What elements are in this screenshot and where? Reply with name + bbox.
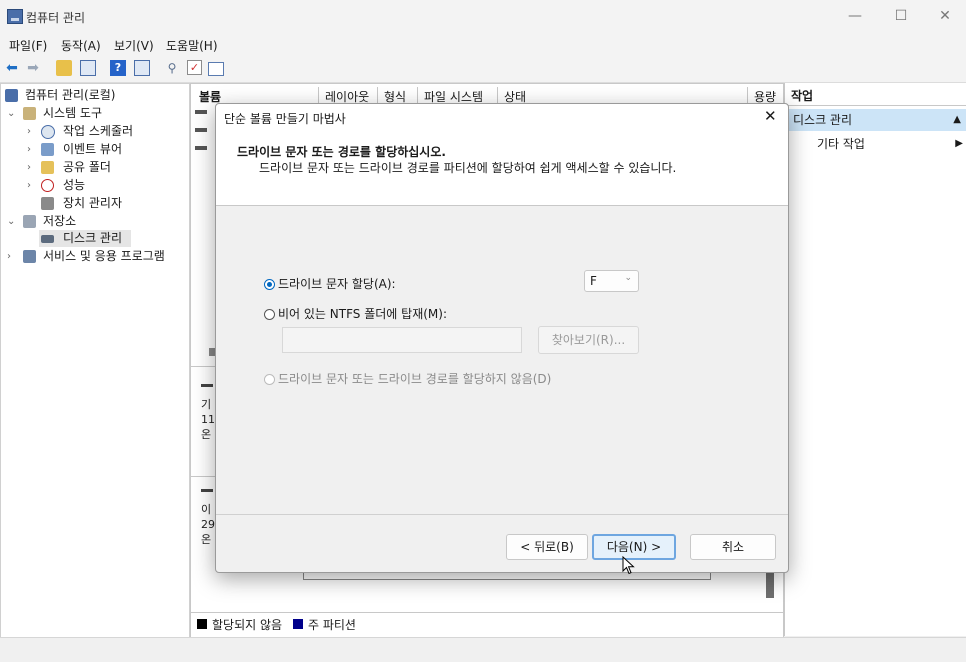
services-icon (23, 250, 36, 263)
help-icon[interactable]: ? (110, 60, 126, 76)
event-log-icon (41, 143, 54, 156)
actions-pane: 작업 디스크 관리 ▲ 기타 작업 ▶ (784, 83, 966, 636)
tree-item-label: 시스템 도구 (43, 106, 103, 120)
tree-item-label: 성능 (63, 178, 86, 192)
back-button[interactable]: < 뒤로(B) (506, 534, 588, 560)
radio-assign-letter[interactable] (264, 279, 275, 290)
submenu-arrow-icon: ▶ (955, 138, 963, 149)
clock-icon (41, 125, 55, 139)
volume-row-icon (195, 128, 207, 132)
storage-icon (23, 215, 36, 228)
list-view-icon[interactable] (208, 62, 224, 76)
volume-row-icon (195, 146, 207, 150)
forward-arrow-icon[interactable]: ➡ (25, 60, 41, 76)
partition-bar (303, 572, 711, 580)
radio-mount-folder[interactable] (264, 309, 275, 320)
option-assign-letter-label[interactable]: 드라이브 문자 할당(A): (278, 275, 396, 292)
browse-button[interactable]: 찾아보기(R)... (538, 326, 639, 354)
chevron-right-icon[interactable]: › (27, 177, 31, 194)
option-mount-folder-label[interactable]: 비어 있는 NTFS 폴더에 탑재(M): (278, 305, 447, 322)
dialog-footer-divider (216, 514, 788, 515)
actions-more[interactable]: 기타 작업 ▶ (817, 135, 966, 153)
tree-item-label: 컴퓨터 관리(로컬) (25, 88, 116, 102)
chevron-down-icon[interactable]: ⌄ (7, 105, 15, 122)
chevron-down-icon[interactable]: ⌄ (7, 213, 15, 230)
tree-item-label: 장치 관리자 (63, 196, 123, 210)
chevron-right-icon[interactable]: › (7, 248, 11, 265)
cancel-button[interactable]: 취소 (690, 534, 776, 560)
title-bar: 컴퓨터 관리 — ☐ ✕ (0, 0, 966, 33)
connect-icon[interactable]: ⚲ (164, 60, 180, 76)
scrollbar-thumb[interactable] (766, 572, 774, 598)
drive-letter-select[interactable]: F ⌄ (584, 270, 639, 292)
chevron-down-icon: ⌄ (624, 273, 632, 283)
dialog-title: 단순 볼륨 만들기 마법사 (224, 112, 346, 126)
dialog-title-bar: 단순 볼륨 만들기 마법사 ✕ (216, 104, 788, 131)
chevron-right-icon[interactable]: › (27, 159, 31, 176)
window-title: 컴퓨터 관리 (26, 11, 86, 25)
menu-bar: 파일(F) 동작(A) 보기(V) 도움말(H) (0, 33, 966, 55)
tree-item-label: 작업 스케줄러 (63, 124, 134, 138)
up-folder-icon[interactable] (56, 60, 72, 76)
menu-file[interactable]: 파일(F) (9, 37, 47, 54)
folder-path-input[interactable] (282, 327, 522, 353)
back-arrow-icon[interactable]: ⬅ (4, 60, 20, 76)
tools-icon (23, 107, 36, 120)
drive-letter-value: F (590, 274, 597, 288)
device-manager-icon (41, 197, 54, 210)
mouse-cursor-icon (622, 556, 635, 575)
actions-header: 작업 (787, 86, 966, 106)
tree-item-disk-management[interactable]: 디스크 관리 (39, 230, 131, 247)
properties-pane-icon[interactable] (134, 60, 150, 76)
shared-folder-icon (41, 161, 54, 174)
tree-item-label: 저장소 (43, 214, 77, 228)
dialog-header: 드라이브 문자 또는 경로를 할당하십시오. 드라이브 문자 또는 드라이브 경… (216, 131, 788, 206)
chevron-right-icon[interactable]: › (27, 123, 31, 140)
disk-icon (201, 384, 213, 387)
disk-icon (41, 235, 54, 243)
wizard-heading: 드라이브 문자 또는 경로를 할당하십시오. (237, 145, 446, 159)
chevron-right-icon[interactable]: › (27, 141, 31, 158)
check-icon[interactable]: ✓ (187, 60, 202, 75)
option-no-letter-label[interactable]: 드라이브 문자 또는 드라이브 경로를 할당하지 않음(D) (278, 370, 551, 387)
close-button[interactable]: ✕ (922, 0, 966, 33)
dialog-close-icon[interactable]: ✕ (764, 107, 777, 125)
tree-item-label: 디스크 관리 (63, 231, 123, 245)
tree-item-label: 공유 폴더 (63, 160, 111, 174)
menu-view[interactable]: 보기(V) (114, 37, 154, 54)
radio-no-letter[interactable] (264, 374, 275, 385)
performance-icon (41, 179, 54, 192)
computer-management-icon (7, 9, 23, 24)
legend-unallocated-swatch (197, 619, 207, 629)
new-simple-volume-wizard: 단순 볼륨 만들기 마법사 ✕ 드라이브 문자 또는 경로를 할당하십시오. 드… (215, 103, 789, 573)
actions-section-disk-management[interactable]: 디스크 관리 ▲ (787, 109, 966, 131)
show-hide-tree-icon[interactable] (80, 60, 96, 76)
minimize-button[interactable]: — (832, 0, 878, 33)
legend-primary-label: 주 파티션 (308, 618, 356, 632)
wizard-subheading: 드라이브 문자 또는 드라이브 경로를 파티션에 할당하여 쉽게 액세스할 수 … (259, 161, 677, 175)
tree-item-label: 서비스 및 응용 프로그램 (43, 249, 165, 263)
disk-icon (201, 489, 213, 492)
maximize-button[interactable]: ☐ (878, 0, 924, 33)
toolbar: ⬅ ➡ ? ⚲ ✓ (0, 55, 966, 83)
status-bar (0, 637, 966, 662)
legend-primary-swatch (293, 619, 303, 629)
divider (191, 612, 783, 613)
collapse-triangle-icon[interactable]: ▲ (953, 109, 961, 131)
actions-more-label: 기타 작업 (817, 137, 865, 151)
menu-help[interactable]: 도움말(H) (166, 37, 218, 54)
legend-unallocated-label: 할당되지 않음 (212, 618, 283, 632)
volume-row-icon (195, 110, 207, 114)
menu-action[interactable]: 동작(A) (61, 37, 101, 54)
navigation-tree: 컴퓨터 관리(로컬) ⌄ 시스템 도구 › 작업 스케줄러 › 이벤트 뷰어 ›… (0, 83, 190, 638)
computer-icon (5, 89, 18, 102)
actions-section-label: 디스크 관리 (793, 113, 853, 127)
tree-item-label: 이벤트 뷰어 (63, 142, 123, 156)
